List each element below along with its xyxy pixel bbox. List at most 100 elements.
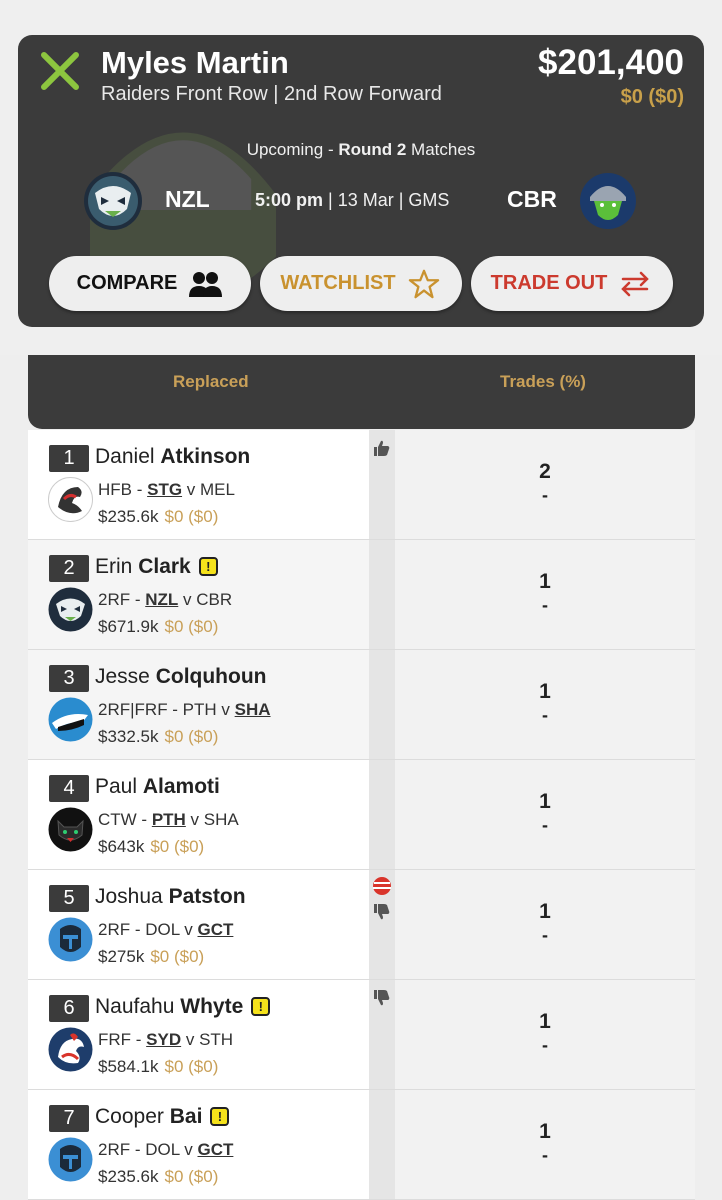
last-name: Whyte [180, 995, 244, 1018]
position: 2RF|FRF - PTH v [98, 700, 235, 719]
compare-button[interactable]: COMPARE [49, 256, 251, 311]
replaced-players-list: 1 Daniel Atkinson HFB - STG v MEL $235.6… [28, 430, 695, 1200]
upcoming-prefix: Upcoming - [246, 140, 339, 159]
fixture-line: 2RF - DOL v GCT [98, 1140, 233, 1160]
price-change: $0 ($0) [164, 1057, 219, 1076]
price: $584.1k [98, 1057, 159, 1076]
player-name[interactable]: Paul Alamoti [95, 775, 220, 799]
match-details: | 13 Mar | GMS [323, 190, 450, 210]
row-player-cell: 1 Daniel Atkinson HFB - STG v MEL $235.6… [28, 430, 369, 539]
row-trades-cell: 1 - [395, 870, 695, 979]
table-row[interactable]: 4 Paul Alamoti CTW - PTH v SHA $643k $0 (… [28, 760, 695, 870]
price-line: $584.1k $0 ($0) [98, 1057, 218, 1077]
row-trades-cell: 1 - [395, 760, 695, 869]
last-name: Atkinson [160, 445, 251, 468]
watchlist-label: WATCHLIST [280, 272, 396, 294]
opponent: v MEL [182, 480, 235, 499]
row-player-cell: 3 Jesse Colquhoun 2RF|FRF - PTH v SHA $3… [28, 650, 369, 759]
row-trades-cell: 1 - [395, 650, 695, 759]
table-row[interactable]: 7 Cooper Bai! 2RF - DOL v GCT $235.6k $0 … [28, 1090, 695, 1200]
row-trades-cell: 1 - [395, 980, 695, 1089]
player-name: Myles Martin [101, 45, 289, 80]
trade-count: 1 [539, 1120, 551, 1143]
away-team-code: CBR [507, 186, 557, 212]
last-name: Colquhoun [155, 665, 267, 688]
fixture-line: 2RF - DOL v GCT [98, 920, 233, 940]
opponent: v STH [181, 1030, 234, 1049]
sharks-logo [48, 697, 93, 742]
team-code: GCT [197, 1140, 234, 1159]
trade-percent: - [542, 1035, 548, 1055]
table-row[interactable]: 1 Daniel Atkinson HFB - STG v MEL $235.6… [28, 430, 695, 540]
thumbs-up-icon [374, 440, 390, 456]
player-name[interactable]: Joshua Patston [95, 885, 246, 909]
rank-badge: 2 [49, 555, 89, 582]
player-name[interactable]: Naufahu Whyte! [95, 995, 271, 1019]
trade-count: 1 [539, 790, 551, 813]
warning-icon[interactable]: ! [251, 997, 271, 1016]
divider [369, 760, 395, 869]
first-name: Jesse [95, 665, 150, 688]
trade-percent: - [542, 485, 548, 505]
warning-icon[interactable]: ! [210, 1107, 230, 1126]
table-header: Replaced Trades (%) [28, 355, 695, 429]
titans-logo [48, 1137, 93, 1182]
thumbs-down-icon [374, 990, 390, 1006]
player-price: $201,400 [538, 43, 684, 82]
table-row[interactable]: 3 Jesse Colquhoun 2RF|FRF - PTH v SHA $3… [28, 650, 695, 760]
warning-icon[interactable]: ! [198, 557, 218, 576]
trade-percent: - [542, 815, 548, 835]
rank-badge: 6 [49, 995, 89, 1022]
price-change: $0 ($0) [150, 947, 205, 966]
panthers-logo [48, 807, 93, 852]
close-icon[interactable] [38, 49, 82, 93]
price: $235.6k [98, 507, 159, 526]
trade-count: 1 [539, 680, 551, 703]
fixture-line: CTW - PTH v SHA [98, 810, 239, 830]
player-name[interactable]: Jesse Colquhoun [95, 665, 267, 689]
position: FRF - [98, 1030, 147, 1049]
dragons-logo [48, 477, 93, 522]
player-name[interactable]: Daniel Atkinson [95, 445, 250, 469]
position: 2RF - DOL v [98, 1140, 198, 1159]
trade-percent: - [542, 705, 548, 725]
row-trades-cell: 2 - [395, 430, 695, 539]
watchlist-button[interactable]: WATCHLIST [260, 256, 462, 311]
row-trades-cell: 1 - [395, 1090, 695, 1199]
titans-logo [48, 917, 93, 962]
first-name: Erin [95, 555, 133, 578]
column-trades-percent[interactable]: Trades (%) [500, 372, 586, 392]
table-row[interactable]: 6 Naufahu Whyte! FRF - SYD v STH $584.1k… [28, 980, 695, 1090]
fixture-line: FRF - SYD v STH [98, 1030, 233, 1050]
warriors-logo [48, 587, 93, 632]
price-change: $0 ($0) [164, 617, 219, 636]
first-name: Cooper [95, 1105, 164, 1128]
upcoming-suffix: Matches [406, 140, 476, 159]
injury-stripes-icon [373, 877, 391, 895]
team-code: SYD [146, 1030, 182, 1049]
price: $671.9k [98, 617, 159, 636]
divider [369, 540, 395, 649]
rank-badge: 3 [49, 665, 89, 692]
player-name[interactable]: Erin Clark! [95, 555, 218, 579]
row-player-cell: 5 Joshua Patston 2RF - DOL v GCT $275k $0… [28, 870, 369, 979]
player-card: Myles Martin Raiders Front Row | 2nd Row… [18, 35, 704, 327]
player-name[interactable]: Cooper Bai! [95, 1105, 230, 1129]
last-name: Bai [169, 1105, 203, 1128]
fixture-line: HFB - STG v MEL [98, 480, 235, 500]
last-name: Patston [168, 885, 246, 908]
trade-percent: - [542, 1145, 548, 1165]
column-replaced[interactable]: Replaced [173, 372, 249, 392]
roosters-logo [48, 1027, 93, 1072]
price: $332.5k [98, 727, 159, 746]
trade-out-button[interactable]: TRADE OUT [471, 256, 673, 311]
trade-count: 1 [539, 900, 551, 923]
table-row[interactable]: 5 Joshua Patston 2RF - DOL v GCT $275k $0… [28, 870, 695, 980]
price: $235.6k [98, 1167, 159, 1186]
fixture-line: 2RF - NZL v CBR [98, 590, 232, 610]
price-change: $0 ($0) [620, 86, 684, 108]
warriors-logo [84, 172, 142, 230]
fixture-line: 2RF|FRF - PTH v SHA [98, 700, 271, 720]
table-row[interactable]: 2 Erin Clark! 2RF - NZL v CBR $671.9k $0 … [28, 540, 695, 650]
thumbs-down-icon [374, 904, 390, 920]
